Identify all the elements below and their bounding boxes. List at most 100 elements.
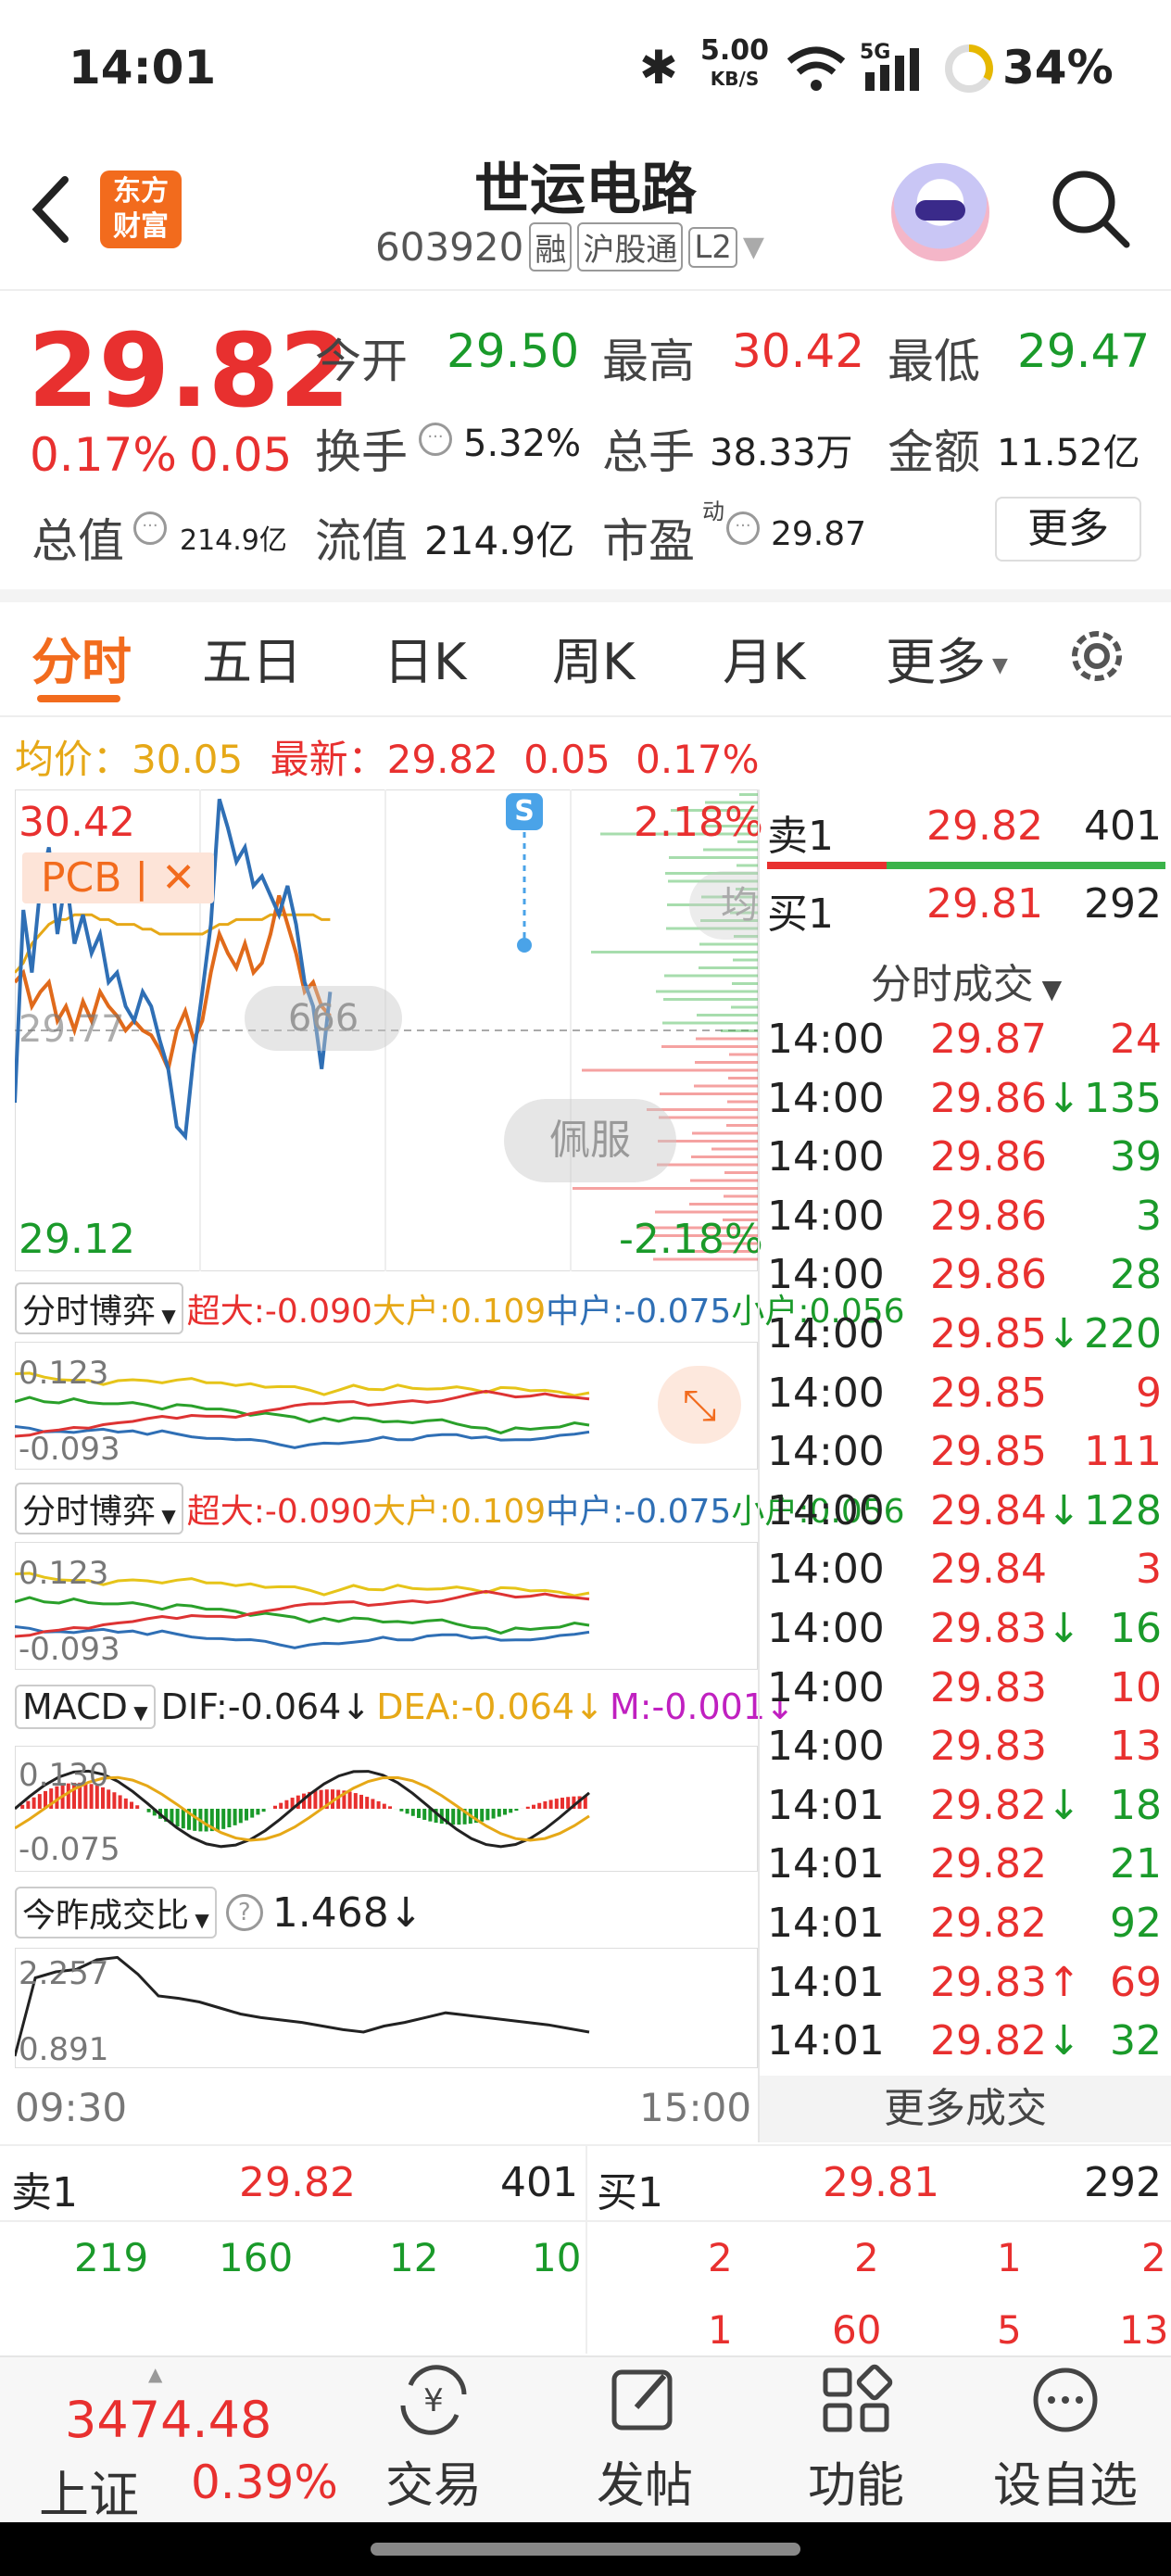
depth-bar [656,990,758,993]
svg-text:¥: ¥ [423,2382,444,2419]
buy1-row[interactable]: 买1 29.81 292 [767,877,1165,941]
more-trades-button[interactable]: 更多成交 [760,2076,1171,2142]
vol-ratio-ymin: 0.891 [19,2031,109,2068]
depth-bar [655,1210,758,1214]
depth-bar [697,1014,758,1017]
gear-icon[interactable] [1064,623,1130,689]
macd-chart[interactable] [15,1746,758,1872]
vol-ratio-header: 今昨成交比 ▼ ? 1.468↓ [15,1887,423,1938]
avg-price-bar: 均价：30.05 最新：29.82 0.05 0.17% [15,737,760,782]
macd-bar [37,1794,42,1809]
trade-price: 29.83↓ [930,1605,1081,1652]
macd-bar [503,1809,507,1815]
indicator1-chart[interactable] [15,1342,758,1470]
trade-volume: 220 [1084,1310,1162,1357]
trade-time: 14:00 [767,1074,885,1122]
indicator2-chart[interactable] [15,1542,758,1670]
help-icon[interactable]: ? [225,1894,263,1931]
depth-bar [691,1155,758,1158]
depth-bar [729,1053,758,1056]
vol-ratio-ymax: 2.257 [19,1955,109,1992]
more-button[interactable]: 更多 [995,497,1141,562]
nav-trade[interactable]: ¥ 交易 [341,2363,526,2516]
nav-add-watchlist[interactable]: 设自选 [973,2363,1158,2516]
trade-row: 14:01 29.82 92 [767,1900,1165,1958]
turnover-label: 换手 [315,425,408,479]
tab-weekly-k[interactable]: 周K [552,621,635,694]
indicator2-ymax: 0.123 [19,1555,109,1592]
macd-bar [532,1804,535,1809]
macd-bar [181,1809,185,1829]
tab-more[interactable]: 更多 ▼ [886,621,1008,694]
side-avg-toggle[interactable]: 均 [689,871,758,940]
change-percent: 0.17% [30,428,177,482]
trade-time: 14:00 [767,1133,885,1181]
trade-row: 14:00 29.85 111 [767,1428,1165,1486]
trade-time: 14:01 [767,1781,885,1829]
dropdown-triangle-icon: ▼ [742,231,764,263]
wifi-icon [787,46,846,91]
info-icon[interactable]: ··· [133,511,167,545]
indicator2-select[interactable]: 分时博弈 ▼ [15,1483,183,1534]
info-icon[interactable]: ··· [419,423,452,456]
macd-bar [238,1809,243,1824]
trade-direction: ↓ [1046,1781,1081,1829]
expand-icon[interactable]: ⤡ [658,1366,741,1444]
amount-value: 11.52亿 [997,432,1140,474]
macd-bar [130,1801,133,1809]
trade-price: 29.83 [930,1663,1047,1711]
nav-post[interactable]: 发帖 [552,2363,737,2516]
depth-bar [692,1131,758,1135]
info-icon[interactable]: ··· [726,511,760,545]
pe-superscript: 动 [702,499,724,524]
macd-bar [480,1809,485,1822]
robot-avatar-icon[interactable] [891,163,989,261]
sell1-qty: 401 [1084,802,1162,850]
trade-volume: 3 [1136,1192,1162,1240]
tab-monthly-k[interactable]: 月K [723,621,805,694]
event-badge[interactable]: S [506,793,543,830]
tab-five-day[interactable]: 五日 [202,621,302,694]
macd-bar [359,1794,363,1809]
trade-volume: 135 [1084,1074,1162,1122]
macd-bar [233,1809,237,1825]
macd-bar [497,1809,501,1817]
vol-ratio-chart[interactable] [15,1948,758,2068]
depth-bar [669,856,758,859]
depth-bar [582,1068,758,1072]
tab-daily-k[interactable]: 日K [384,621,466,694]
nav-functions[interactable]: 功能 [763,2363,949,2516]
search-icon[interactable] [1049,167,1132,250]
macd-bar [284,1799,289,1809]
depth-bar [664,974,758,978]
sell1-row[interactable]: 卖1 29.82 401 [767,799,1165,864]
stock-code-line[interactable]: 603920 融 沪股通 L2 ▼ [375,222,764,271]
trade-volume: 32 [1110,2017,1162,2065]
buy1-label: 买1 [767,890,834,938]
trade-price: 29.86 [930,1251,1047,1299]
trade-row: 14:00 29.84↓ 128 [767,1487,1165,1546]
comment-bubble[interactable]: 666 [245,986,402,1051]
current-price: 29.82 [28,311,350,430]
trade-direction: ↑ [1046,1958,1081,2006]
indicator1-select[interactable]: 分时博弈 ▼ [15,1282,183,1334]
comment-bubble[interactable]: 佩服 [504,1099,676,1182]
macd-select[interactable]: MACD ▼ [15,1685,156,1729]
trade-time: 14:00 [767,1605,885,1652]
depth-bar [659,1116,758,1119]
high-label: 最高 [602,335,695,388]
open-label: 今开 [315,335,408,388]
float-label: 流值 [315,514,408,568]
tab-timeshare[interactable]: 分时 [31,621,132,694]
depth-bar [699,966,758,969]
trade-row: 14:00 29.84 3 [767,1546,1165,1604]
dropdown-triangle-icon: ▼ [986,653,1008,677]
vol-ratio-select[interactable]: 今昨成交比 ▼ [15,1887,217,1938]
depth-bar [661,1045,758,1048]
depth-bar [733,958,758,962]
concept-tag[interactable]: PCB | ✕ [22,852,215,903]
trade-time: 14:00 [767,1546,885,1594]
macd-bar [560,1798,564,1809]
trades-title[interactable]: 分时成交 ▼ [767,951,1165,1010]
chart-y-mid: 29.77 [19,1008,125,1051]
